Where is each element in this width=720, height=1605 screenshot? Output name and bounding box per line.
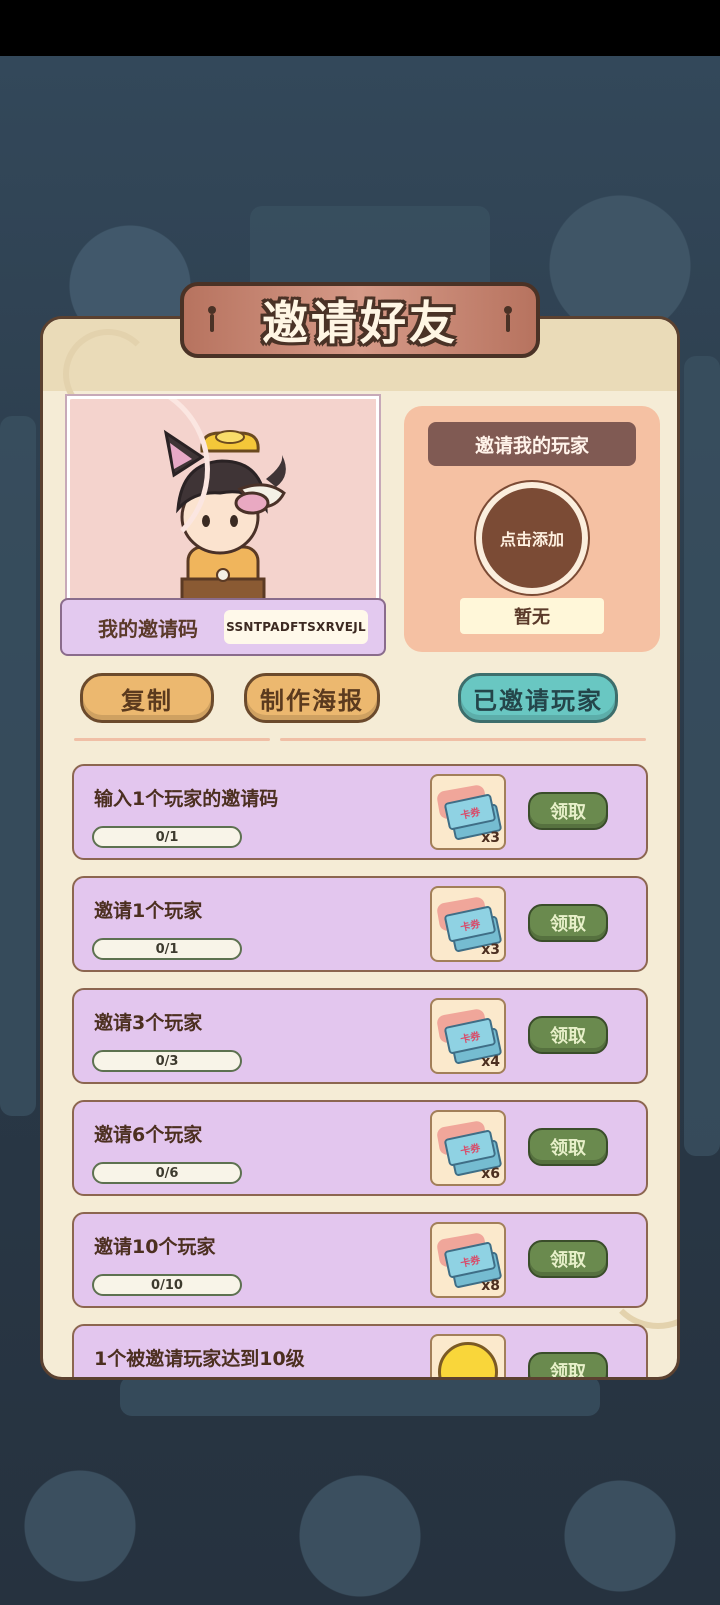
inviter-title: 邀请我的玩家 <box>428 422 636 466</box>
task-label: 1个被邀请玩家达到10级 <box>94 1348 305 1370</box>
task-row: 邀请1个玩家 0/1 卡券 x3 领取 <box>72 876 648 972</box>
task-progress: 0/10 <box>92 1274 242 1296</box>
claim-button[interactable]: 领取 <box>528 904 608 942</box>
pin-icon <box>504 306 512 336</box>
claim-button[interactable]: 领取 <box>528 792 608 830</box>
status-bar <box>0 0 720 56</box>
claim-button[interactable]: 领取 <box>528 1128 608 1166</box>
reward-slot: 卡券 x8 <box>430 1222 506 1298</box>
inviter-card: 邀请我的玩家 点击添加 暂无 <box>404 406 660 652</box>
task-row: 输入1个玩家的邀请码 0/1 卡券 x3 领取 <box>72 764 648 860</box>
task-row: 邀请3个玩家 0/3 卡券 x4 领取 <box>72 988 648 1084</box>
task-progress: 0/1 <box>92 826 242 848</box>
task-label: 邀请6个玩家 <box>94 1124 203 1146</box>
add-inviter-button[interactable]: 点击添加 <box>474 480 590 596</box>
task-row: 1个被邀请玩家达到10级 领取 <box>72 1324 648 1377</box>
task-label: 邀请1个玩家 <box>94 900 203 922</box>
task-progress: 0/6 <box>92 1162 242 1184</box>
reward-slot <box>430 1334 506 1377</box>
task-progress: 0/3 <box>92 1050 242 1072</box>
task-row: 邀请6个玩家 0/6 卡券 x6 领取 <box>72 1100 648 1196</box>
task-progress: 0/1 <box>92 938 242 960</box>
page-title: 邀请好友 <box>262 296 458 350</box>
divider <box>280 738 646 741</box>
task-label: 邀请3个玩家 <box>94 1012 203 1034</box>
reward-slot: 卡券 x3 <box>430 886 506 962</box>
invite-code-bar: 我的邀请码 SSNTPADFTSXRVEJL <box>60 598 386 656</box>
reward-count: x6 <box>481 1166 500 1182</box>
reward-count: x3 <box>481 942 500 958</box>
reward-slot: 卡券 x6 <box>430 1110 506 1186</box>
task-label: 邀请10个玩家 <box>94 1236 216 1258</box>
copy-button[interactable]: 复制 <box>80 673 214 723</box>
invite-code-value[interactable]: SSNTPADFTSXRVEJL <box>224 610 368 644</box>
reward-slot: 卡券 x3 <box>430 774 506 850</box>
claim-button[interactable]: 领取 <box>528 1352 608 1377</box>
task-label: 输入1个玩家的邀请码 <box>94 788 279 810</box>
avatar-frame <box>65 394 381 608</box>
inviter-status: 暂无 <box>460 598 604 634</box>
make-poster-button[interactable]: 制作海报 <box>244 673 380 723</box>
pin-icon <box>208 306 216 336</box>
invited-players-button[interactable]: 已邀请玩家 <box>458 673 618 723</box>
reward-count: x3 <box>481 830 500 846</box>
title-banner: 邀请好友 <box>180 282 540 358</box>
task-row: 邀请10个玩家 0/10 卡券 x8 领取 <box>72 1212 648 1308</box>
divider <box>74 738 270 741</box>
task-clip: 1个被邀请玩家达到10级 领取 <box>72 1324 648 1377</box>
reward-slot: 卡券 x4 <box>430 998 506 1074</box>
invite-code-label: 我的邀请码 <box>98 616 198 641</box>
claim-button[interactable]: 领取 <box>528 1240 608 1278</box>
reward-count: x8 <box>481 1278 500 1294</box>
claim-button[interactable]: 领取 <box>528 1016 608 1054</box>
gold-coin-icon <box>438 1342 498 1377</box>
reward-count: x4 <box>481 1054 500 1070</box>
